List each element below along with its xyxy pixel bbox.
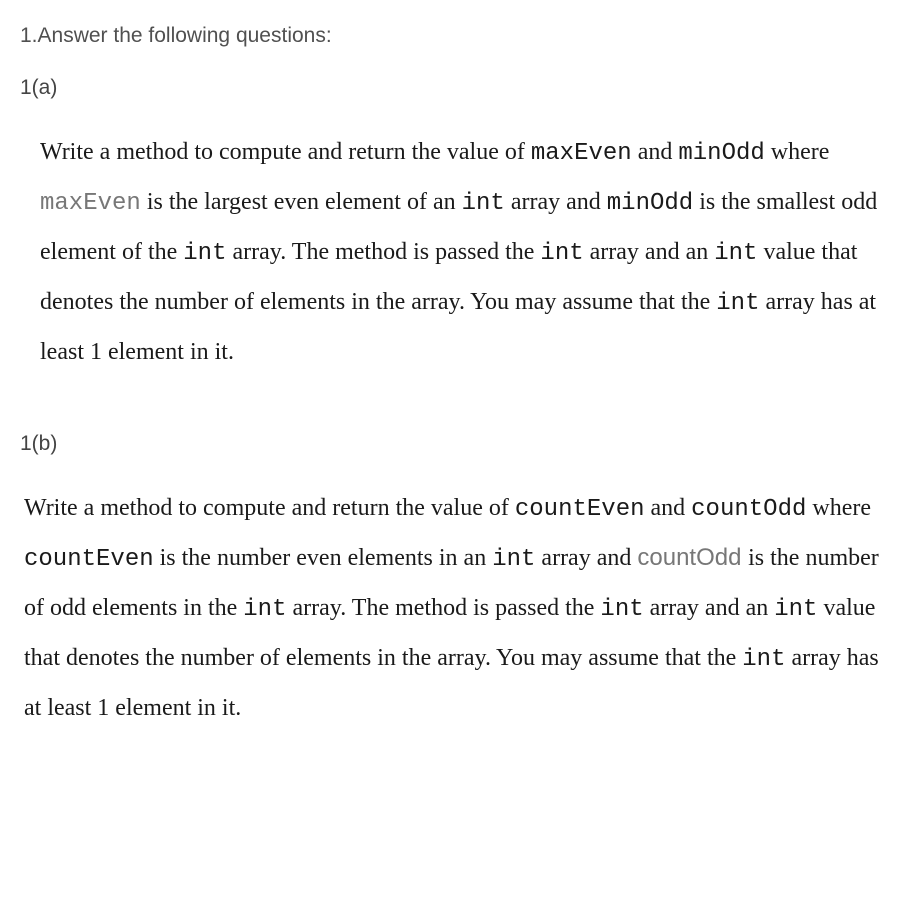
text-segment: where [806, 495, 871, 521]
code-maxeven-gray: maxEven [40, 190, 141, 217]
text-segment: is the number even elements in an [154, 545, 493, 571]
code-counteven: countEven [515, 496, 645, 523]
text-segment: and [632, 139, 679, 165]
part-a-body: Write a method to compute and return the… [20, 128, 898, 376]
code-countodd-gray: countOdd [637, 544, 748, 571]
code-minodd: minOdd [678, 140, 764, 167]
text-segment: Write a method to compute and return the… [40, 139, 531, 165]
code-int: int [492, 546, 535, 573]
code-int: int [714, 240, 757, 267]
text-segment: is the largest even element of an [141, 189, 462, 215]
text-segment: array. The method is passed the [287, 595, 601, 621]
part-b-label: 1(b) [20, 432, 898, 456]
code-int: int [540, 240, 583, 267]
part-b-body: Write a method to compute and return the… [20, 484, 898, 732]
code-counteven: countEven [24, 546, 154, 573]
text-segment: array and an [644, 595, 775, 621]
text-segment: and [645, 495, 692, 521]
part-a-label: 1(a) [20, 76, 898, 100]
text-segment: where [765, 139, 830, 165]
text-segment: Write a method to compute and return the… [24, 495, 515, 521]
code-int: int [462, 190, 505, 217]
text-segment: array and [505, 189, 607, 215]
code-int: int [600, 596, 643, 623]
text-segment: array and [535, 545, 637, 571]
code-countodd: countOdd [691, 496, 806, 523]
code-minodd: minOdd [607, 190, 693, 217]
code-int: int [742, 646, 785, 673]
code-int: int [716, 290, 759, 317]
text-segment: array and an [584, 239, 715, 265]
main-heading: 1.Answer the following questions: [20, 24, 898, 48]
code-int: int [774, 596, 817, 623]
code-maxeven: maxEven [531, 140, 632, 167]
code-int: int [183, 240, 226, 267]
code-int: int [243, 596, 286, 623]
text-segment: array. The method is passed the [227, 239, 541, 265]
